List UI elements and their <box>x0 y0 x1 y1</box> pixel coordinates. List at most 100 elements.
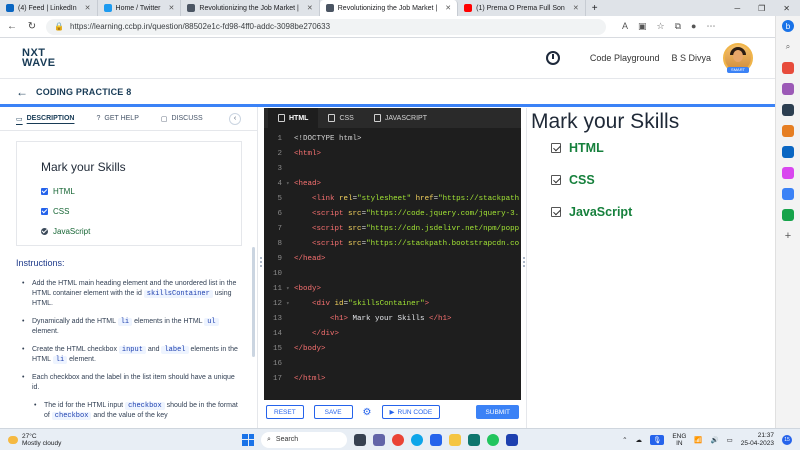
language-indicator[interactable]: ENG IN <box>672 433 686 447</box>
checkbox-checked-icon[interactable] <box>551 143 561 153</box>
code-line[interactable]: 12 ▾ <div id="skillsContainer"> <box>264 296 521 311</box>
tag-icon[interactable] <box>782 62 794 74</box>
tab-html[interactable]: HTML <box>268 108 319 128</box>
games-icon[interactable] <box>782 104 794 116</box>
add-icon[interactable]: + <box>782 230 794 242</box>
favorite-icon[interactable]: ☆ <box>657 21 665 32</box>
code-line[interactable]: 5 <link rel="stylesheet" href="https://s… <box>264 191 521 206</box>
code-line[interactable]: 1 <!DOCTYPE html> <box>264 131 521 146</box>
gear-icon[interactable]: ⚙ <box>363 407 372 418</box>
edge-icon[interactable] <box>411 433 423 446</box>
cloud-icon[interactable]: ☁ <box>636 436 643 444</box>
battery-icon[interactable]: ▭ <box>727 436 733 444</box>
close-icon[interactable]: ✕ <box>307 4 313 12</box>
windows-taskbar: 27°C Mostly cloudy ⌕ Search ⌃ ☁ 🎙 ENG IN 📶… <box>0 428 800 450</box>
browser-tab-0[interactable]: (4) Feed | LinkedIn ✕ <box>0 0 98 16</box>
browser-tab-4[interactable]: (1) Prema O Prema Full Son ✕ <box>458 0 586 16</box>
minimize-icon[interactable]: ─ <box>734 4 740 13</box>
nxtwave-logo[interactable]: NXT WAVE <box>22 48 56 69</box>
read-aloud-icon[interactable]: A <box>622 21 628 32</box>
fold-arrow-icon[interactable]: ▾ <box>286 180 294 187</box>
extension-icon[interactable]: ▣ <box>638 21 647 32</box>
checkbox-checked-icon[interactable] <box>551 175 561 185</box>
reset-button[interactable]: RESET <box>266 405 304 419</box>
code-line[interactable]: 14 </div> <box>264 326 521 341</box>
close-icon[interactable]: ✕ <box>573 4 579 12</box>
close-icon[interactable]: ✕ <box>85 4 91 12</box>
new-tab-button[interactable]: + <box>586 0 604 16</box>
chevron-up-icon[interactable]: ⌃ <box>622 436 627 444</box>
code-line[interactable]: 11 ▾ <body> <box>264 281 521 296</box>
code-line[interactable]: 17 </html> <box>264 371 521 386</box>
code-line[interactable]: 16 <box>264 356 521 371</box>
microphone-icon[interactable]: 🎙 <box>650 434 665 445</box>
submit-button[interactable]: SUBMIT <box>476 405 519 419</box>
maximize-icon[interactable]: ❐ <box>758 4 765 13</box>
fold-arrow-icon[interactable]: ▾ <box>286 300 294 307</box>
scrollbar[interactable] <box>252 247 255 357</box>
checkbox-checked-icon[interactable] <box>551 207 561 217</box>
store-app-icon[interactable] <box>506 433 518 446</box>
store-icon[interactable] <box>430 433 442 446</box>
tab-css[interactable]: CSS <box>318 108 363 128</box>
collapse-panel-button[interactable]: ‹ <box>229 112 241 125</box>
volume-icon[interactable]: 🔊 <box>711 436 719 444</box>
close-icon[interactable]: ✕ <box>445 4 451 12</box>
run-code-button[interactable]: ▶ RUN CODE <box>381 405 441 419</box>
code-line[interactable]: 4 ▾ <head> <box>264 176 521 191</box>
tab-description[interactable]: ▭ DESCRIPTION <box>16 115 74 123</box>
weather-widget[interactable]: 27°C Mostly cloudy <box>8 433 61 447</box>
timer-icon[interactable] <box>545 51 560 65</box>
file-explorer-icon[interactable] <box>449 433 461 446</box>
code-line[interactable]: 10 <box>264 266 521 281</box>
back-icon[interactable]: ← <box>6 21 18 32</box>
left-splitter-handle[interactable] <box>259 255 262 275</box>
outlook-icon[interactable] <box>782 146 794 158</box>
tree-icon[interactable] <box>782 209 794 221</box>
avatar[interactable]: SMART <box>723 43 753 73</box>
browser-tab-1[interactable]: Home / Twitter ✕ <box>98 0 182 16</box>
tab-discuss[interactable]: ▢ DISCUSS <box>161 115 203 123</box>
task-view-icon[interactable] <box>354 433 366 446</box>
code-line[interactable]: 2 <html> <box>264 146 521 161</box>
teams-icon[interactable] <box>373 433 385 446</box>
drop-icon[interactable] <box>782 188 794 200</box>
url-field[interactable]: 🔒 https://learning.ccbp.in/question/8850… <box>46 18 606 35</box>
taskbar-search[interactable]: ⌕ Search <box>261 431 347 448</box>
code-line[interactable]: 9 </head> <box>264 251 521 266</box>
windows-start-icon[interactable] <box>242 433 254 446</box>
close-icon[interactable]: ✕ <box>169 4 175 12</box>
whatsapp-icon[interactable] <box>487 433 499 446</box>
media-icon[interactable] <box>468 433 480 446</box>
tab-get-help[interactable]: ? GET HELP <box>96 115 138 122</box>
wifi-icon[interactable]: 📶 <box>694 436 702 444</box>
code-area[interactable]: 1 <!DOCTYPE html> 2 <html> 3 4 ▾ <head> 5 <link … <box>264 128 521 386</box>
browser-tab-3[interactable]: Revolutionizing the Job Market | ✕ <box>319 0 459 16</box>
right-splitter-handle[interactable] <box>522 255 525 275</box>
more-icon[interactable]: ⋯ <box>706 21 715 32</box>
notification-icon[interactable]: 15 <box>782 434 792 445</box>
search-icon[interactable]: ⌕ <box>782 41 794 53</box>
profile-icon[interactable]: ● <box>691 21 696 32</box>
bing-icon[interactable]: b <box>782 20 794 32</box>
fold-arrow-icon[interactable]: ▾ <box>286 285 294 292</box>
reload-icon[interactable]: ↻ <box>26 21 38 32</box>
tools-icon[interactable] <box>782 83 794 95</box>
code-line[interactable]: 7 <script src="https://cdn.jsdelivr.net/… <box>264 221 521 236</box>
designer-icon[interactable] <box>782 167 794 179</box>
browser-tab-2[interactable]: Revolutionizing the Job Market | ✕ <box>181 0 320 16</box>
chrome-icon[interactable] <box>392 433 404 446</box>
save-button[interactable]: SAVE <box>313 405 353 419</box>
tab-javascript[interactable]: JAVASCRIPT <box>364 108 437 128</box>
code-playground-link[interactable]: Code Playground <box>590 53 660 63</box>
code-line[interactable]: 6 <script src="https://code.jquery.com/j… <box>264 206 521 221</box>
collections-icon[interactable]: ⧉ <box>675 21 681 32</box>
clock[interactable]: 21:37 25-04-2023 <box>741 432 774 448</box>
code-line[interactable]: 8 <script src="https://stackpath.bootstr… <box>264 236 521 251</box>
code-line[interactable]: 13 <h1> Mark your Skills </h1> <box>264 311 521 326</box>
back-arrow-icon[interactable]: ← <box>16 85 28 99</box>
code-line[interactable]: 15 </body> <box>264 341 521 356</box>
office-icon[interactable] <box>782 125 794 137</box>
close-window-icon[interactable]: ✕ <box>783 4 790 13</box>
code-line[interactable]: 3 <box>264 161 521 176</box>
